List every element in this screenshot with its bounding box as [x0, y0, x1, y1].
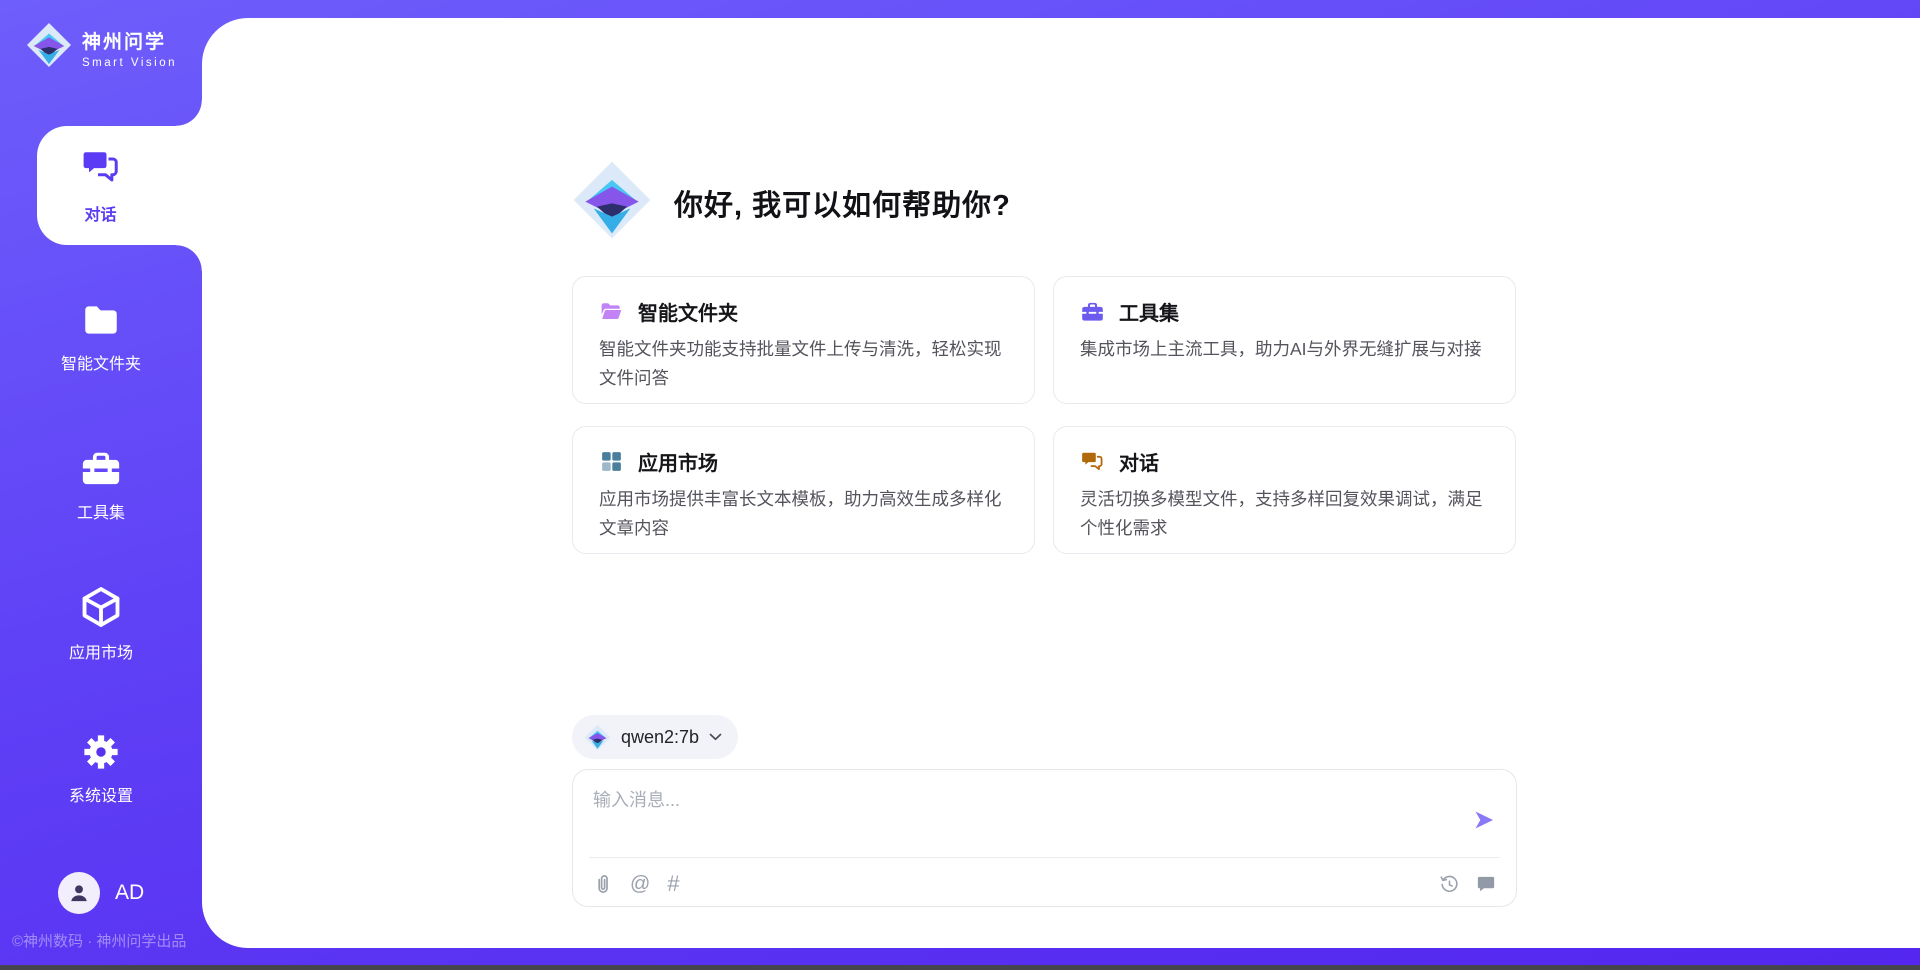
sidebar-item-smart-folder[interactable]: 智能文件夹 — [0, 299, 202, 374]
gear-icon — [80, 731, 122, 773]
brand-logo: 神州问学 Smart Vision — [26, 22, 177, 73]
card-toolset[interactable]: 工具集 集成市场上主流工具，助力AI与外界无缝扩展与对接 — [1053, 276, 1516, 404]
card-title: 智能文件夹 — [638, 297, 738, 326]
window-bottom-edge — [0, 965, 1920, 970]
card-description: 灵活切换多模型文件，支持多样回复效果调试，满足个性化需求 — [1080, 485, 1489, 543]
brand-subtitle: Smart Vision — [82, 57, 177, 69]
folder-open-icon — [599, 299, 624, 324]
briefcase-icon — [1080, 299, 1105, 324]
cube-icon — [78, 584, 124, 630]
sidebar-item-chat[interactable]: 对话 — [37, 126, 202, 245]
card-chat[interactable]: 对话 灵活切换多模型文件，支持多样回复效果调试，满足个性化需求 — [1053, 426, 1516, 554]
folder-icon — [80, 299, 122, 341]
app-grid-icon — [599, 449, 624, 474]
message-input[interactable] — [593, 786, 1453, 846]
attachment-paperclip-icon[interactable] — [593, 873, 613, 895]
greeting: 你好, 我可以如何帮助你? — [572, 160, 1011, 245]
history-icon[interactable] — [1439, 874, 1460, 895]
send-icon[interactable] — [1472, 808, 1496, 837]
message-composer: @ # — [572, 769, 1517, 907]
card-description: 应用市场提供丰富长文本模板，助力高效生成多样化文章内容 — [599, 485, 1008, 543]
model-selector[interactable]: qwen2:7b — [572, 715, 738, 759]
chat-bubbles-icon — [80, 146, 122, 193]
sidebar-item-label: 智能文件夹 — [61, 350, 141, 374]
sidebar-item-toolset[interactable]: 工具集 — [0, 446, 202, 523]
card-title: 应用市场 — [638, 447, 718, 476]
chat-bubbles-icon — [1080, 449, 1105, 474]
card-title: 工具集 — [1119, 297, 1179, 326]
brand-diamond-icon — [26, 22, 72, 73]
user-initials: AD — [115, 881, 144, 905]
topic-hash-icon[interactable]: # — [667, 873, 679, 895]
composer-divider — [589, 857, 1500, 858]
chevron-down-icon — [709, 733, 722, 741]
card-app-market[interactable]: 应用市场 应用市场提供丰富长文本模板，助力高效生成多样化文章内容 — [572, 426, 1035, 554]
chat-panel-icon[interactable] — [1476, 874, 1496, 894]
avatar — [58, 872, 100, 914]
user-profile[interactable]: AD — [58, 872, 144, 914]
sidebar-item-settings[interactable]: 系统设置 — [0, 731, 202, 806]
card-title: 对话 — [1119, 447, 1159, 476]
mention-at-icon[interactable]: @ — [630, 874, 650, 894]
card-smart-folder[interactable]: 智能文件夹 智能文件夹功能支持批量文件上传与清洗，轻松实现文件问答 — [572, 276, 1035, 404]
feature-cards: 智能文件夹 智能文件夹功能支持批量文件上传与清洗，轻松实现文件问答 工具集 集成… — [572, 276, 1516, 554]
sidebar: 神州问学 Smart Vision 对话 智能文件夹 — [0, 0, 202, 970]
composer-toolbar: @ # — [593, 868, 1496, 900]
model-diamond-icon — [584, 724, 611, 751]
greeting-title: 你好, 我可以如何帮助你? — [674, 182, 1011, 224]
sidebar-item-label: 应用市场 — [69, 639, 133, 663]
copyright-text: ©神州数码 · 神州问学出品 — [12, 930, 186, 951]
greeting-diamond-icon — [572, 160, 652, 245]
sidebar-item-app-market[interactable]: 应用市场 — [0, 584, 202, 663]
model-name: qwen2:7b — [621, 727, 699, 748]
card-description: 集成市场上主流工具，助力AI与外界无缝扩展与对接 — [1080, 335, 1489, 364]
sidebar-item-label: 对话 — [84, 201, 116, 225]
sidebar-item-label: 系统设置 — [69, 782, 133, 806]
toolbox-icon — [79, 446, 123, 490]
brand-name: 神州问学 — [82, 27, 177, 54]
sidebar-item-label: 工具集 — [77, 499, 125, 523]
card-description: 智能文件夹功能支持批量文件上传与清洗，轻松实现文件问答 — [599, 335, 1008, 393]
